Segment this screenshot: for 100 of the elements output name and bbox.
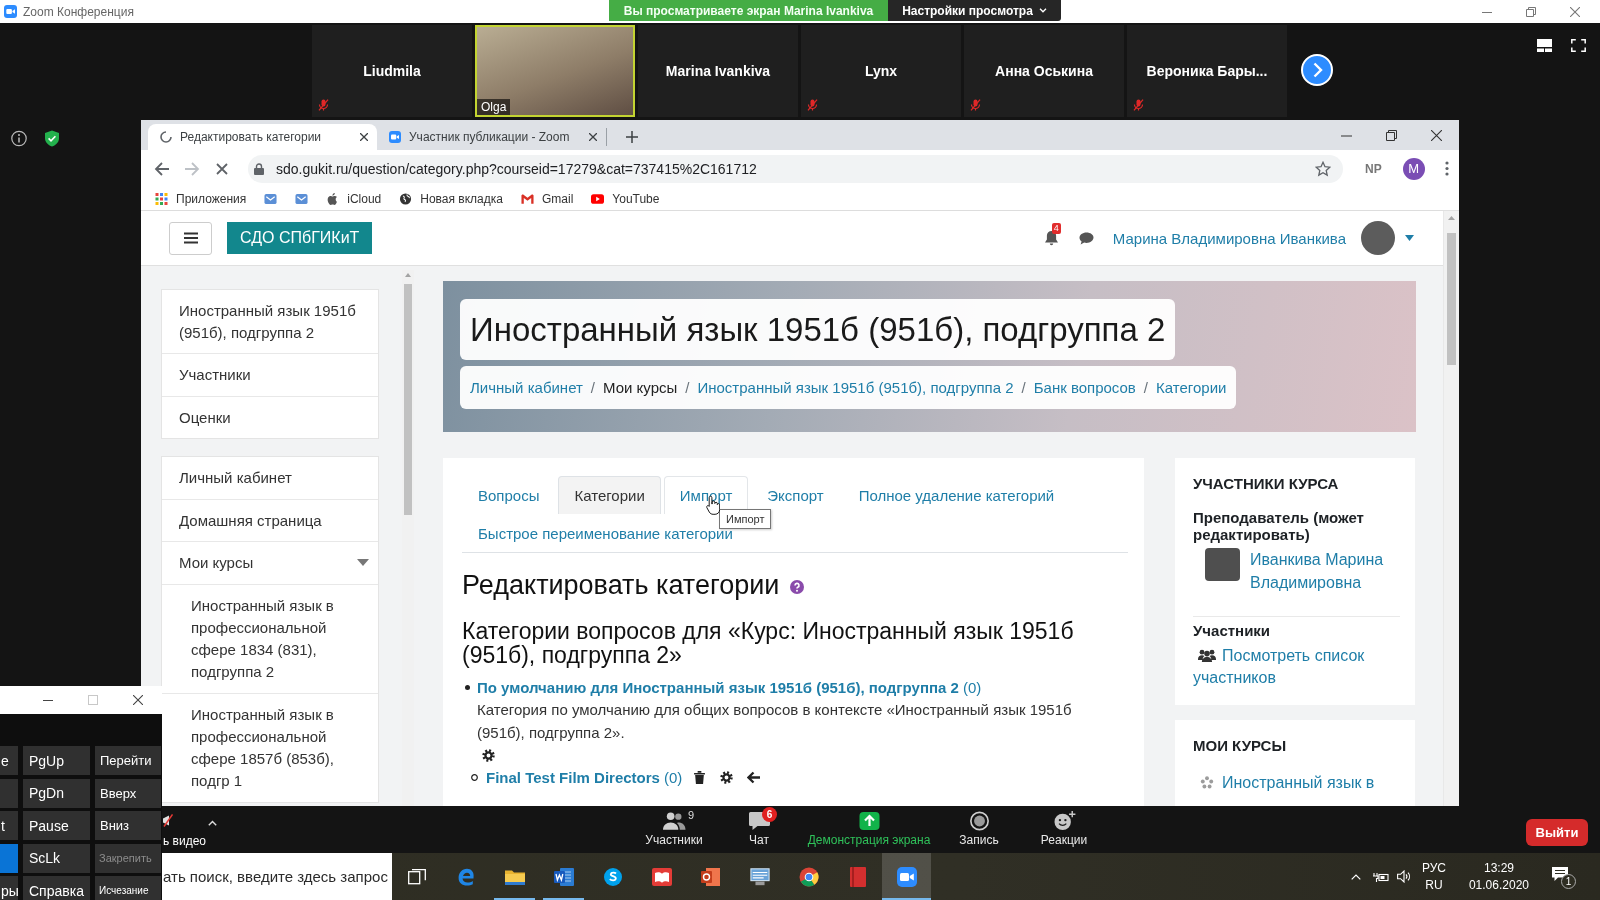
arrow-left-icon[interactable] (154, 160, 170, 177)
circle-arrow-right-icon[interactable] (1301, 54, 1333, 86)
drawer-item[interactable]: Участники (162, 353, 378, 396)
keyboard-key[interactable]: Справка (23, 876, 90, 900)
bookmark-link[interactable]: YouTube (591, 191, 660, 206)
keyboard-key[interactable]: Исчезание (95, 876, 161, 900)
scrollbar-thumb[interactable] (404, 284, 412, 515)
bookmark-link[interactable]: Новая вкладка (399, 191, 503, 206)
bookmark-link[interactable]: Приложения (155, 191, 247, 206)
teacher-link[interactable]: Иванкива Марина Владимировна (1250, 548, 1400, 594)
breadcrumb-link[interactable]: Иностранный язык 1951б (951б), подгруппа 2 (697, 379, 1014, 396)
taskbar-button[interactable] (882, 853, 931, 900)
category-description: Категория по умолчанию для общих вопросов в контексте «Иностранный язык 1951б (951б), подгруппа 2». (477, 700, 1073, 743)
toolbar-button[interactable]: Чат 6 (724, 806, 794, 853)
browser-tab[interactable]: Редактировать категории (148, 124, 377, 150)
keyboard-layout: RU (1425, 876, 1443, 894)
extension-button[interactable]: NP (1361, 161, 1386, 176)
close-icon[interactable] (589, 133, 597, 141)
breadcrumb-link[interactable]: Банк вопросов (1033, 379, 1136, 396)
search-field[interactable]: ать поиск, введите здесь запрос (162, 853, 392, 900)
toolbar-button[interactable]: Запись (944, 806, 1014, 853)
more-menu-icon[interactable] (1444, 161, 1449, 176)
restore-icon[interactable] (1526, 6, 1536, 17)
breadcrumb-separator: / (589, 379, 597, 396)
keyboard-key[interactable]: ScLk (23, 843, 90, 873)
stop-icon[interactable] (214, 160, 230, 177)
breadcrumb-link[interactable]: Категории (1156, 379, 1227, 396)
view-options-button[interactable]: Настройки просмотра (888, 0, 1061, 21)
page-scrollbar[interactable] (1443, 211, 1459, 806)
breadcrumb-link[interactable]: Личный кабинет (470, 379, 583, 396)
tab[interactable]: Категории (558, 476, 661, 514)
drawer-item[interactable]: Оценки (162, 395, 378, 438)
category-link[interactable]: Final Test Film Directors (486, 768, 660, 786)
drawer-item[interactable]: Иностранный язык 1951б (951б), подгруппа 2 (162, 290, 378, 353)
tab[interactable]: Полное удаление категорий (842, 476, 1071, 514)
toolbar-button[interactable]: Участники 9 (634, 806, 714, 853)
close-icon[interactable] (1431, 129, 1442, 141)
scrollbar-thumb[interactable] (1447, 233, 1456, 365)
browser-tab[interactable]: Участник публикации - Zoom (377, 124, 606, 150)
block-title: УЧАСТНИКИ КУРСА (1193, 476, 1340, 492)
notifications-icon[interactable] (1552, 866, 1568, 882)
restore-icon[interactable] (1386, 129, 1397, 141)
close-icon[interactable] (133, 695, 143, 705)
help-icon[interactable] (790, 580, 805, 594)
keyboard-key[interactable]: Вверх (95, 778, 161, 808)
settings-icon[interactable] (482, 748, 495, 762)
keyboard-key[interactable]: Вниз (95, 811, 161, 840)
window-title: Zoom Конференция (23, 4, 134, 19)
ring-logo-icon (798, 866, 819, 887)
drawer-item[interactable]: Иностранный язык в профессиональной сфере 1834 (831), подгруппа 2 (162, 583, 378, 693)
battery-charging-icon[interactable] (1372, 870, 1389, 883)
clock-time[interactable]: 13:29 (1483, 859, 1514, 877)
circle-bullet-icon (471, 773, 478, 781)
participant-name: Marina Ivankiva (665, 63, 771, 79)
settings-icon[interactable] (720, 770, 734, 784)
keyboard-key[interactable]: t (0, 811, 18, 840)
envelope-icon[interactable] (295, 192, 309, 205)
keyboard-key[interactable]: ры (0, 876, 18, 900)
drawer-item[interactable]: Домашняя страница (162, 498, 378, 541)
keyboard-key[interactable]: Закрепить (95, 843, 161, 873)
chevron-up-icon[interactable] (208, 820, 217, 826)
user-avatar[interactable] (1361, 221, 1395, 255)
speech-bubble-icon[interactable] (1078, 231, 1094, 245)
shield-icon[interactable] (44, 130, 60, 147)
keyboard-key[interactable] (0, 843, 18, 873)
url-field[interactable]: sdo.gukit.ru/question/category.php?courseid=17279&cat=737415%2C161712 (248, 154, 1343, 183)
caret-down-icon[interactable] (1405, 235, 1414, 241)
fullscreen-icon[interactable] (1571, 39, 1586, 52)
keyboard-key[interactable]: e (0, 746, 18, 775)
drawer-item[interactable]: Личный кабинет (162, 457, 378, 499)
keyboard-key[interactable]: Pause (23, 811, 90, 840)
leave-button[interactable]: Выйти (1526, 819, 1588, 846)
close-icon[interactable] (360, 133, 368, 141)
profile-button[interactable]: M (1402, 157, 1425, 180)
info-icon[interactable] (11, 130, 27, 147)
toolbar-button[interactable]: Демонстрация экрана (804, 806, 934, 853)
star-icon[interactable] (1315, 160, 1331, 177)
arrow-left-icon[interactable] (747, 770, 761, 784)
brand-button[interactable]: СДО СПбГИКиТ (227, 222, 373, 254)
keyboard-key[interactable]: PgUp (23, 746, 90, 775)
language-indicator[interactable]: РУС (1421, 859, 1446, 877)
video-button-label[interactable]: ь видео (163, 834, 206, 848)
speaker-icon[interactable] (1396, 870, 1411, 883)
keyboard-key[interactable]: Перейти (95, 746, 161, 775)
user-menu-link[interactable]: Марина Владимировна Иванкива (1112, 229, 1346, 247)
menu-button[interactable] (169, 221, 212, 255)
toolbar-button[interactable]: Реакции (1024, 806, 1104, 853)
keyboard-key[interactable]: PgDn (23, 778, 90, 808)
tab[interactable]: Вопросы (462, 476, 556, 514)
course-link[interactable]: Иностранный язык в (1193, 772, 1400, 794)
envelope-icon[interactable] (264, 192, 278, 205)
category-link[interactable]: По умолчанию для Иностранный язык 1951б (951б), подгруппа 2 (477, 678, 959, 696)
plus-icon[interactable] (626, 131, 638, 143)
bookmark-link[interactable]: iCloud (326, 191, 382, 206)
drawer-item[interactable]: Мои курсы (162, 541, 378, 584)
gallery-view-icon[interactable] (1537, 39, 1552, 52)
bookmark-link[interactable]: Gmail (520, 191, 574, 206)
book-icon (651, 866, 672, 887)
participants-link[interactable]: Посмотреть список участников (1193, 645, 1400, 689)
trash-icon[interactable] (693, 770, 707, 784)
